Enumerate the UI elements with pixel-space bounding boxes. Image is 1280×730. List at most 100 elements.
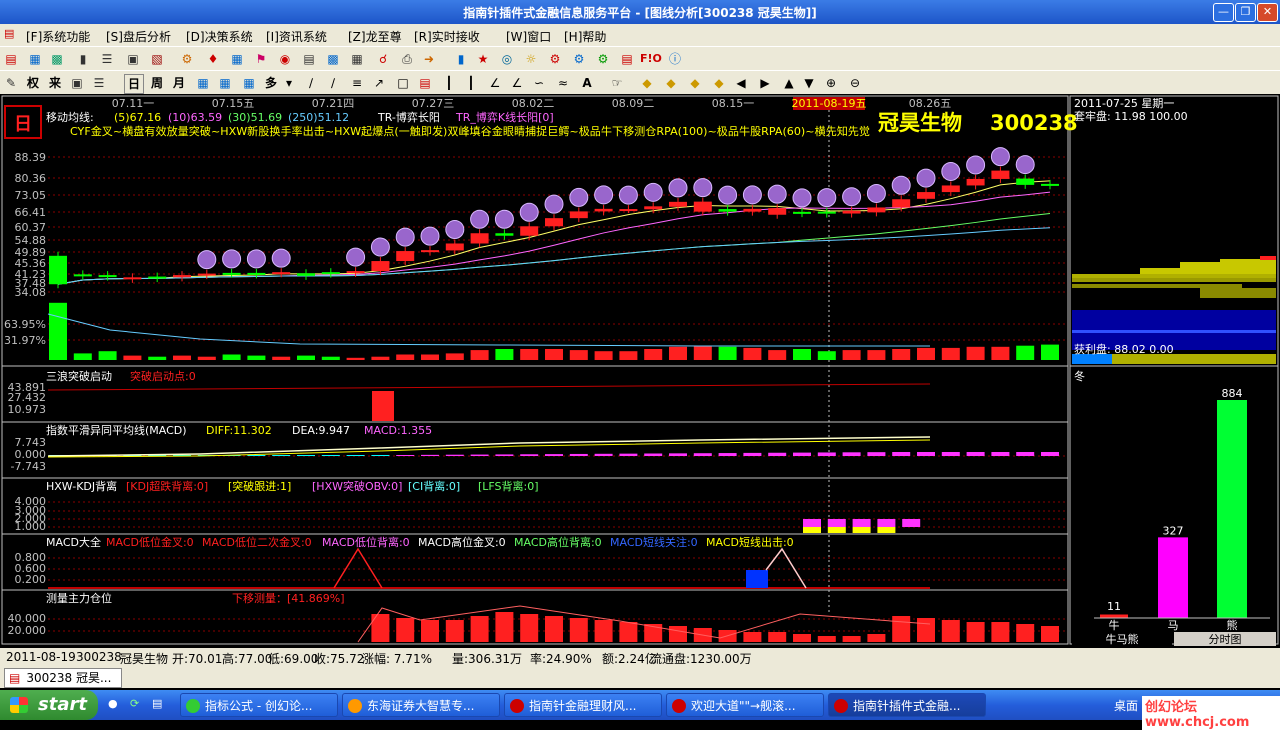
menu-realtime[interactable]: [R]实时接收 bbox=[414, 28, 480, 45]
menu-after-hours[interactable]: [S]盘后分析 bbox=[106, 28, 171, 45]
status-float: 流通盘:1230.00万 bbox=[650, 652, 752, 666]
parallel-tool-icon[interactable]: ∕ bbox=[324, 74, 342, 92]
period-week-button[interactable]: 周 bbox=[148, 74, 166, 92]
fire-icon[interactable]: ★ bbox=[474, 50, 492, 68]
quicklaunch-refresh-icon[interactable]: ⟳ bbox=[130, 697, 139, 710]
search-doc-icon[interactable]: ☌ bbox=[374, 50, 392, 68]
print-icon[interactable]: ⎙ bbox=[398, 50, 416, 68]
multi-button[interactable]: 多 bbox=[262, 74, 280, 92]
sub3-bar-pink bbox=[803, 519, 821, 527]
menu-help[interactable]: [H]帮助 bbox=[564, 28, 606, 45]
status-rate: 率:24.90% bbox=[530, 652, 592, 666]
period-lines-icon[interactable]: ┃ bbox=[440, 74, 458, 92]
stack-icon[interactable]: ☰ bbox=[90, 74, 108, 92]
calc-icon[interactable]: ▩ bbox=[324, 50, 342, 68]
menu-window[interactable]: [W]窗口 bbox=[506, 28, 551, 45]
task-item-1[interactable]: 指标公式 - 创幻论... bbox=[180, 693, 338, 717]
window-cascade-icon[interactable]: ▦ bbox=[240, 74, 258, 92]
arrow-up-icon[interactable]: ▲ bbox=[780, 74, 798, 92]
table-icon[interactable]: ▩ bbox=[48, 50, 66, 68]
sun-icon[interactable]: ☼ bbox=[522, 50, 540, 68]
right-bar-value-3: 884 bbox=[1222, 387, 1243, 400]
desktop-toolbar[interactable]: 桌面 bbox=[1114, 697, 1138, 714]
rect-tool-icon[interactable]: □ bbox=[394, 74, 412, 92]
hand-icon[interactable]: ☞ bbox=[608, 74, 626, 92]
start-button[interactable]: start bbox=[0, 690, 98, 720]
signal-dot bbox=[767, 184, 787, 204]
shield-icon[interactable]: ♦ bbox=[204, 50, 222, 68]
layout-icon[interactable]: ▦ bbox=[228, 50, 246, 68]
fan-tool-icon[interactable]: ∠ bbox=[508, 74, 526, 92]
flag-icon[interactable]: ⚑ bbox=[252, 50, 270, 68]
period-month-button[interactable]: 月 bbox=[170, 74, 188, 92]
sub1-label: 三浪突破启动 bbox=[46, 369, 112, 383]
fio-icon[interactable]: F!O bbox=[640, 50, 662, 68]
channel-tool-icon[interactable]: ≡ bbox=[348, 74, 366, 92]
list-icon[interactable]: ☰ bbox=[98, 50, 116, 68]
task-item-5[interactable]: 指南针插件式金融... bbox=[828, 693, 986, 717]
diamond-icon[interactable]: ◆ bbox=[638, 74, 656, 92]
info-icon[interactable]: ⓘ bbox=[666, 50, 684, 68]
window-split-icon[interactable]: ▦ bbox=[194, 74, 212, 92]
ticket-icon[interactable]: ▤ bbox=[618, 50, 636, 68]
lai-button[interactable]: 来 bbox=[46, 74, 64, 92]
tools-icon[interactable]: ⚙ bbox=[178, 50, 196, 68]
window-tile-icon[interactable]: ▦ bbox=[216, 74, 234, 92]
signal-dot bbox=[445, 219, 465, 239]
window-icon[interactable]: ▣ bbox=[124, 50, 142, 68]
export-icon[interactable]: ➜ bbox=[420, 50, 438, 68]
diamond3-icon[interactable]: ◆ bbox=[686, 74, 704, 92]
histogram-icon[interactable]: ▮ bbox=[452, 50, 470, 68]
quicklaunch-desktop-icon[interactable]: ▤ bbox=[152, 697, 162, 710]
diamond4-icon[interactable]: ◆ bbox=[710, 74, 728, 92]
line-tool-icon[interactable]: ∕ bbox=[302, 74, 320, 92]
lock-icon[interactable]: ▣ bbox=[68, 74, 86, 92]
period-day-button[interactable]: 日 bbox=[124, 74, 144, 94]
ray-tool-icon[interactable]: ↗ bbox=[370, 74, 388, 92]
adjust-button[interactable]: 权 bbox=[24, 74, 42, 92]
gann-tool-icon[interactable]: ┃ bbox=[462, 74, 480, 92]
menu-decision[interactable]: [D]决策系统 bbox=[186, 28, 253, 45]
zoom-out-icon[interactable]: ⊖ bbox=[846, 74, 864, 92]
bars-icon[interactable]: ▮ bbox=[74, 50, 92, 68]
maximize-button[interactable]: ❐ bbox=[1235, 3, 1256, 22]
book-icon[interactable]: ▧ bbox=[148, 50, 166, 68]
diamond2-icon[interactable]: ◆ bbox=[662, 74, 680, 92]
candle bbox=[470, 233, 489, 244]
zoom-in-icon[interactable]: ⊕ bbox=[822, 74, 840, 92]
grid-icon[interactable]: ▦ bbox=[26, 50, 44, 68]
gear-red-icon[interactable]: ⚙ bbox=[546, 50, 564, 68]
menu-dragon[interactable]: [Z]龙至尊 bbox=[348, 28, 402, 45]
wave-tool-icon[interactable]: ≈ bbox=[554, 74, 572, 92]
arrow-down-icon[interactable]: ▼ bbox=[800, 74, 818, 92]
arrow-left-icon[interactable]: ◀ bbox=[732, 74, 750, 92]
close-button[interactable]: ✕ bbox=[1257, 3, 1278, 22]
gear-blue-icon[interactable]: ⚙ bbox=[570, 50, 588, 68]
text-tool-icon[interactable]: A bbox=[578, 74, 596, 92]
status-name: 冠昊生物 bbox=[120, 652, 169, 666]
task-item-4[interactable]: 欢迎大道""→舰滚... bbox=[666, 693, 824, 717]
spreadsheet-icon[interactable]: ▦ bbox=[348, 50, 366, 68]
toolbar-main: ▤ ▦ ▩ ▮ ☰ ▣ ▧ ⚙ ♦ ▦ ⚑ ◉ ▤ ▩ ▦ ☌ ⎙ ➜ ▮ ★ … bbox=[0, 46, 1280, 71]
window-tab[interactable]: ▤ 300238 冠昊... bbox=[4, 668, 122, 688]
minimize-button[interactable]: — bbox=[1213, 3, 1234, 22]
angle-tool-icon[interactable]: ∠ bbox=[486, 74, 504, 92]
task-item-3[interactable]: 指南针金融理财风... bbox=[504, 693, 662, 717]
arrow-right-icon[interactable]: ▶ bbox=[756, 74, 774, 92]
sub2-label: 指数平滑异同平均线(MACD) bbox=[46, 423, 187, 437]
gear-green-icon[interactable]: ⚙ bbox=[594, 50, 612, 68]
target-icon[interactable]: ◉ bbox=[276, 50, 294, 68]
right-tab-2: 分时图 bbox=[1209, 633, 1242, 646]
doc-icon[interactable]: ▤ bbox=[300, 50, 318, 68]
chart-canvas[interactable]: 日 07.11一 07.15五 07.21四 07.27三 08.02二 08.09二 08… bbox=[0, 94, 1280, 647]
arc-tool-icon[interactable]: ∽ bbox=[530, 74, 548, 92]
quicklaunch-ie-icon[interactable]: ● bbox=[108, 697, 118, 710]
pen-icon[interactable]: ✎ bbox=[2, 74, 20, 92]
dropdown-arrow-icon[interactable]: ▾ bbox=[280, 74, 298, 92]
menu-system[interactable]: [F]系统功能 bbox=[26, 28, 90, 45]
globe-icon[interactable]: ◎ bbox=[498, 50, 516, 68]
menu-info[interactable]: [I]资讯系统 bbox=[266, 28, 327, 45]
fib-tool-icon[interactable]: ▤ bbox=[416, 74, 434, 92]
task-item-2[interactable]: 东海证券大智慧专... bbox=[342, 693, 500, 717]
chart-icon[interactable]: ▤ bbox=[2, 50, 20, 68]
